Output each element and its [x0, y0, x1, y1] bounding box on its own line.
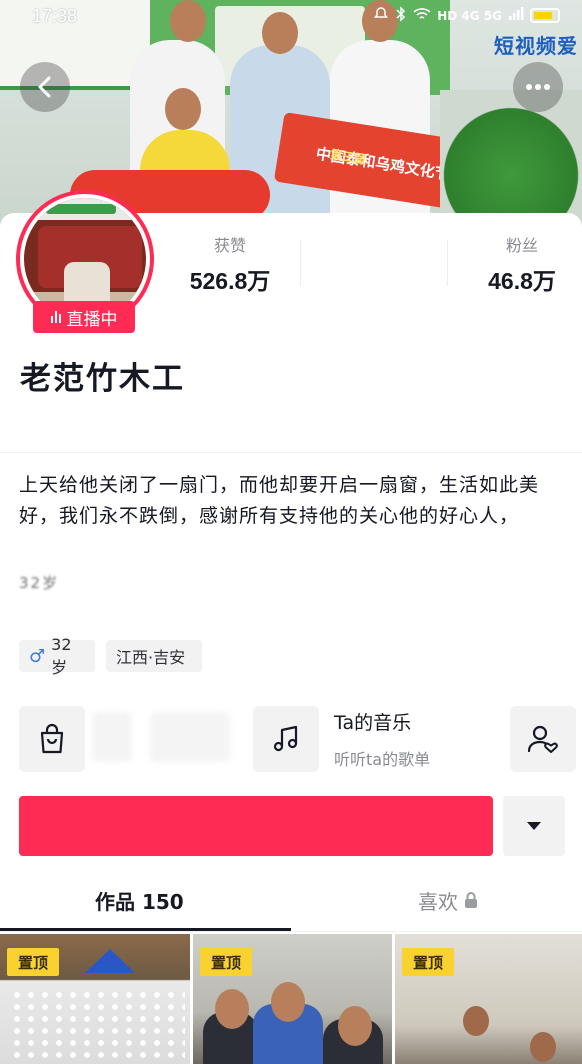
signal-icon: [508, 7, 524, 24]
wifi-icon: [413, 7, 431, 24]
lock-icon: [465, 892, 477, 908]
network-indicator: HD 4G 5G: [437, 8, 502, 23]
blurred-area: [92, 712, 132, 762]
music-subtitle: 听听ta的歌单: [334, 750, 431, 769]
stat-divider: [447, 240, 448, 286]
fans-stat[interactable]: 粉丝 46.8万: [475, 232, 569, 296]
location-tag: 江西·吉安: [106, 640, 202, 672]
more-button[interactable]: [513, 62, 563, 112]
blurred-area: [150, 712, 230, 762]
video-thumbnail[interactable]: 置顶: [395, 934, 582, 1064]
tab-likes-label: 喜欢: [418, 889, 458, 914]
tab-works[interactable]: 作品 150: [95, 882, 184, 918]
likes-stat[interactable]: 获赞 526.8万: [180, 232, 280, 296]
music-note-icon: [273, 725, 298, 752]
likes-label: 获赞: [213, 236, 246, 255]
bio-extra: 32岁: [19, 574, 60, 592]
more-dots-icon: [526, 84, 550, 90]
age-label: 32岁: [51, 634, 72, 677]
bell-icon: [373, 6, 389, 25]
cover-brand-text: 短视频爱: [494, 34, 578, 58]
live-label: 直播中: [66, 309, 118, 330]
user-heart-icon: [527, 725, 558, 753]
fans-value: 46.8万: [488, 268, 556, 294]
add-friend-button[interactable]: [510, 706, 576, 772]
back-button[interactable]: [20, 62, 70, 112]
video-thumbnail[interactable]: 置顶: [0, 934, 190, 1064]
tab-likes[interactable]: 喜欢: [418, 882, 478, 918]
chevron-left-icon: [38, 76, 51, 98]
shop-button[interactable]: [19, 706, 85, 772]
stat-divider: [300, 240, 301, 286]
fans-label: 粉丝: [505, 236, 538, 255]
bluetooth-icon: [395, 6, 407, 25]
pinned-badge: 置顶: [200, 948, 252, 976]
video-thumbnail[interactable]: 置顶: [193, 934, 392, 1064]
status-bar: 17:38 HD 4G 5G: [0, 0, 582, 34]
music-button[interactable]: [253, 706, 319, 772]
likes-value: 526.8万: [189, 268, 271, 294]
live-badge[interactable]: 直播中: [33, 301, 135, 333]
follow-button[interactable]: [19, 796, 493, 856]
status-time: 17:38: [32, 6, 78, 26]
more-options-dropdown[interactable]: [503, 796, 565, 856]
pinned-badge: 置顶: [402, 948, 454, 976]
tab-works-label: 作品 150: [95, 889, 184, 914]
shopping-bag-icon: [40, 723, 64, 754]
music-title[interactable]: Ta的音乐: [334, 708, 411, 735]
live-bars-icon: [50, 311, 61, 323]
male-icon: ♂: [29, 645, 46, 667]
divider: [0, 931, 582, 932]
battery-icon: [530, 8, 560, 23]
divider: [0, 452, 582, 453]
location-label: 江西·吉安: [116, 648, 186, 667]
caret-down-icon: [527, 822, 541, 830]
username: 老范竹木工: [20, 361, 185, 397]
bio-text: 上天给他关闭了一扇门，而他却要开启一扇窗，生活如此美好，我们永不跌倒，感谢所有支…: [19, 474, 540, 527]
gender-age-tag: ♂ 32岁: [19, 635, 95, 677]
pinned-badge: 置顶: [7, 948, 59, 976]
